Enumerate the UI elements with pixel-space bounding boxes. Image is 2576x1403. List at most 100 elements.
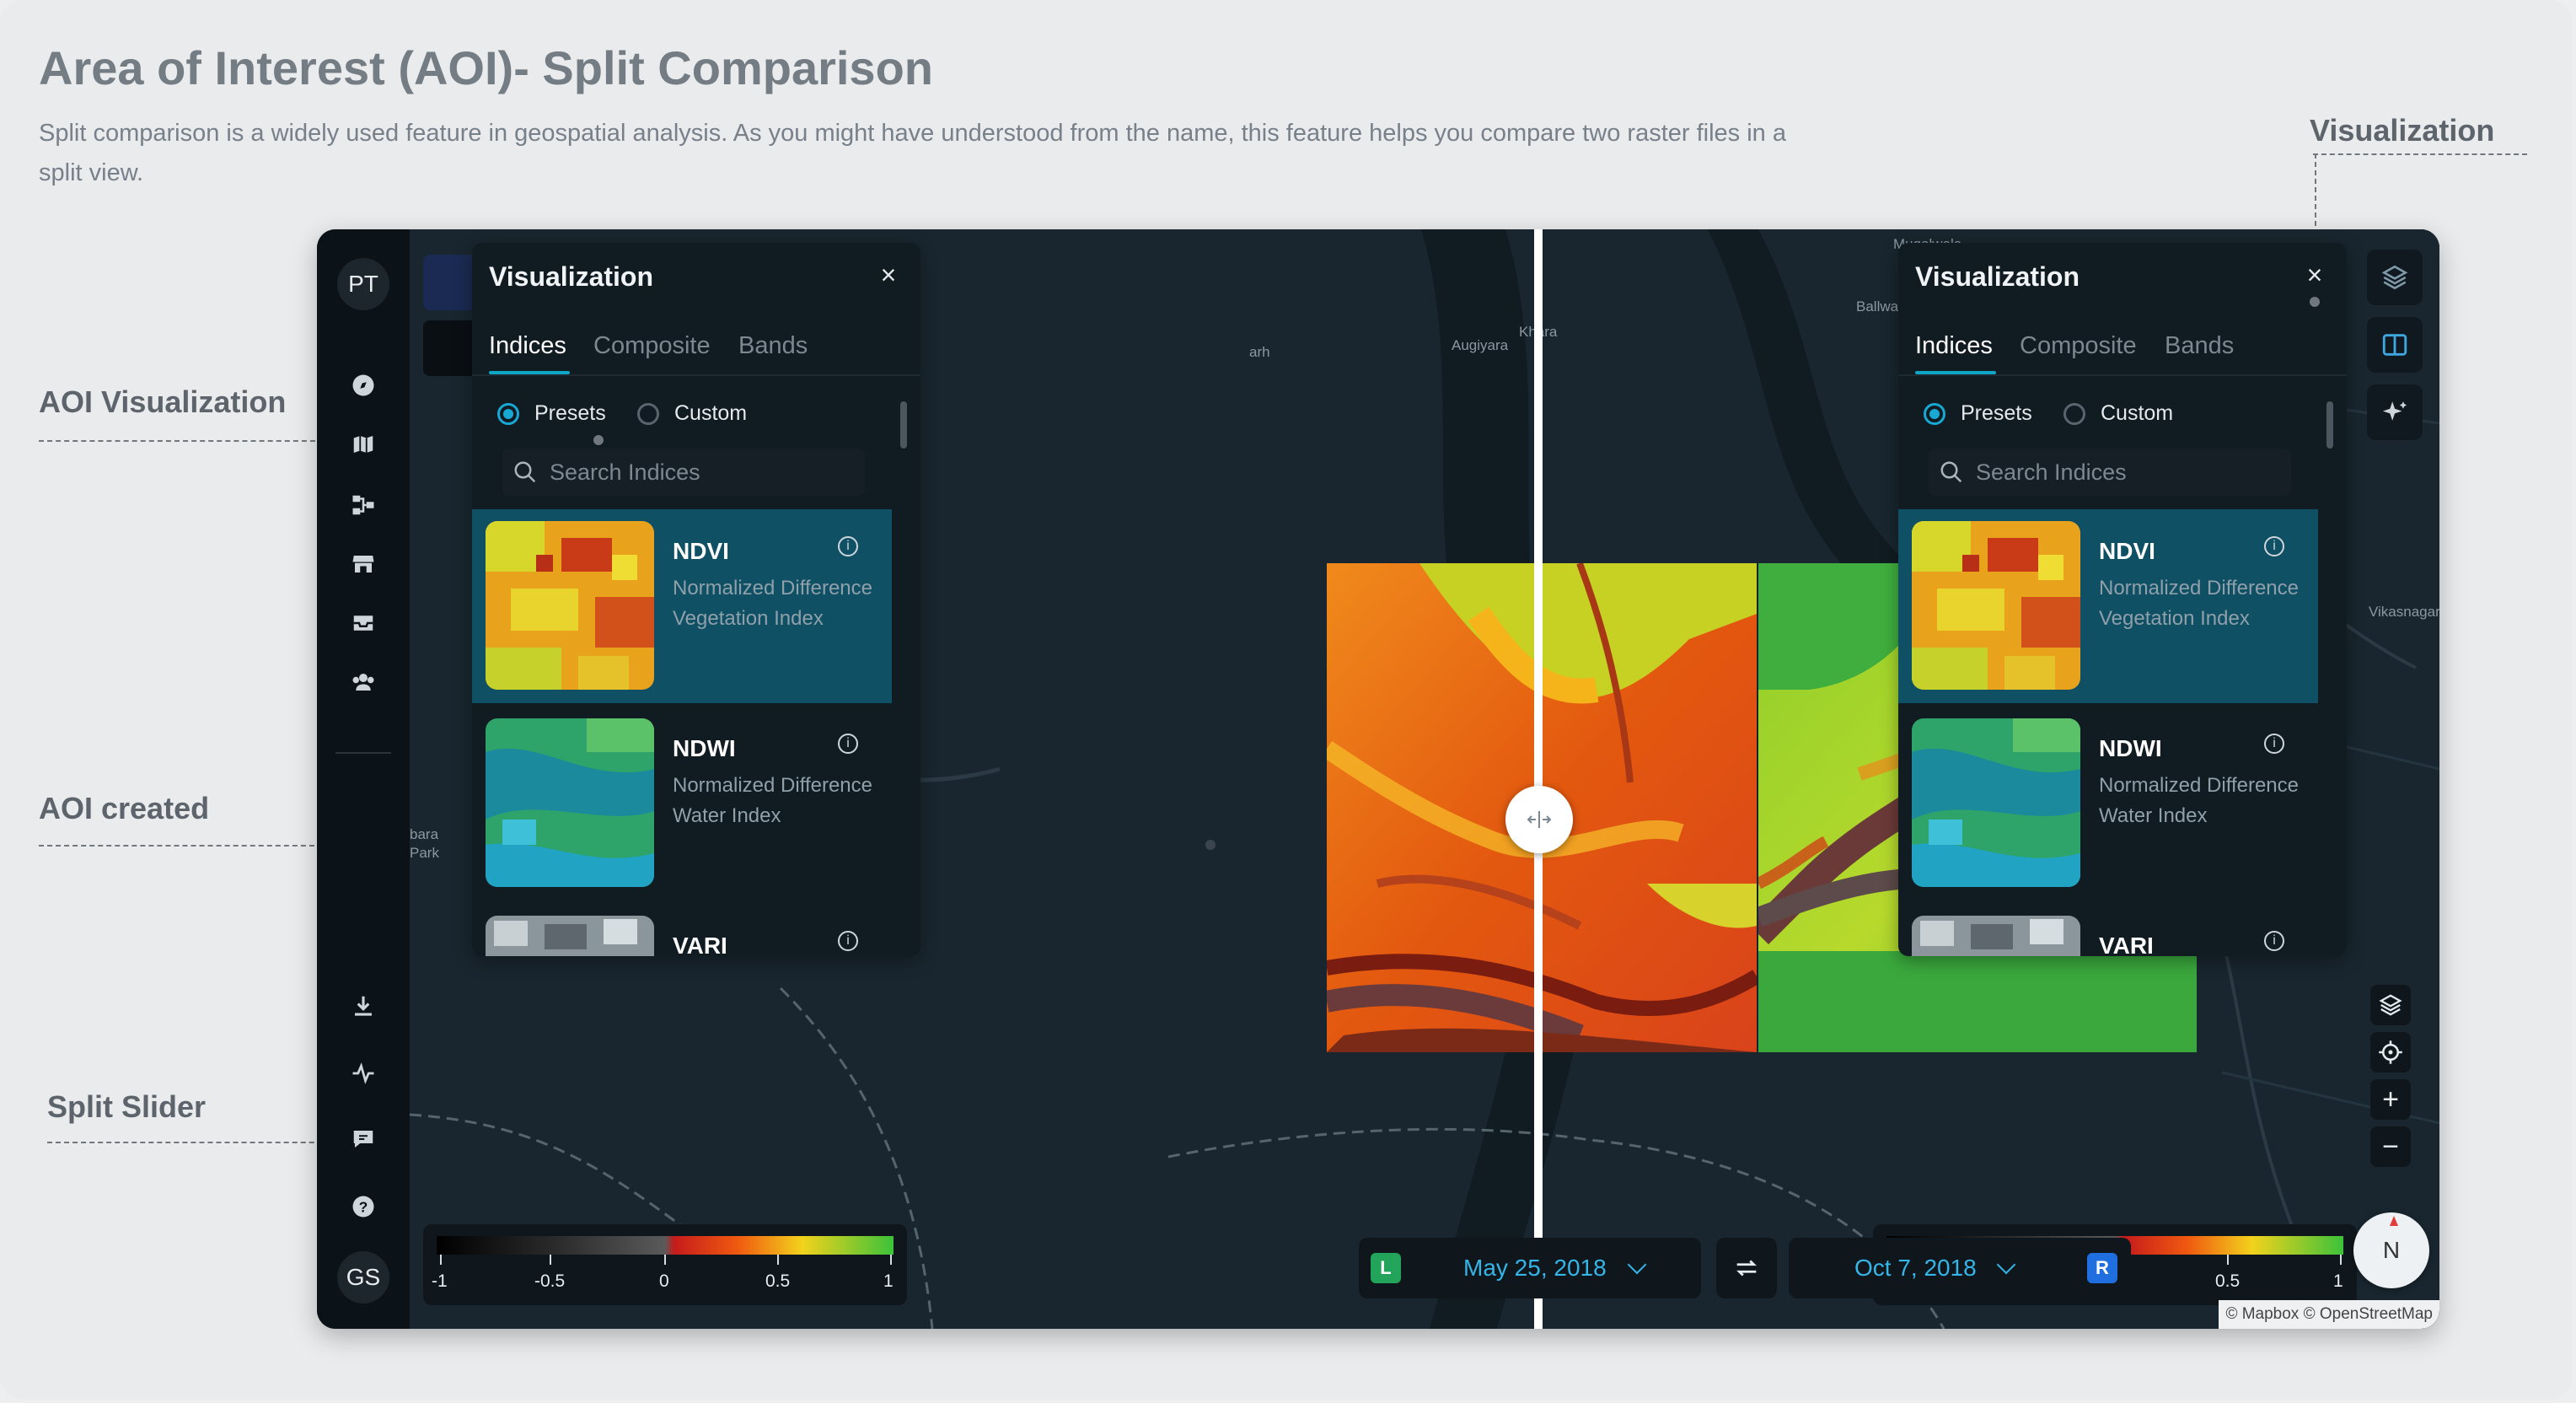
- tab-indices[interactable]: Indices: [1915, 332, 1993, 360]
- avatar-top[interactable]: PT: [337, 258, 389, 310]
- legend-label: -0.5: [534, 1271, 566, 1291]
- info-icon[interactable]: i: [2264, 931, 2284, 951]
- map-icon[interactable]: [349, 430, 378, 459]
- search-icon: [513, 460, 538, 485]
- place-label: Augiyara: [1452, 337, 1509, 353]
- index-item-vari[interactable]: VARI i: [472, 904, 892, 956]
- annotation-line: [2313, 153, 2527, 155]
- ai-tool-button[interactable]: [2367, 384, 2423, 440]
- search-input[interactable]: Search Indices: [502, 449, 865, 496]
- inbox-icon[interactable]: [349, 609, 378, 637]
- swap-icon: [1736, 1260, 1757, 1277]
- index-item-vari[interactable]: VARI i: [1898, 904, 2318, 956]
- compass-icon[interactable]: [349, 371, 378, 400]
- avatar-bottom[interactable]: GS: [337, 1251, 389, 1304]
- zoom-out-button[interactable]: −: [2370, 1126, 2411, 1167]
- store-icon[interactable]: [349, 550, 378, 578]
- index-item-ndvi[interactable]: NDVI Normalized Difference Vegetation In…: [472, 509, 892, 703]
- scrollbar[interactable]: [2326, 401, 2333, 449]
- radio-label: Custom: [674, 401, 748, 425]
- index-name: VARI: [673, 933, 727, 956]
- split-view-button[interactable]: [2367, 317, 2423, 373]
- map-canvas[interactable]: Mugalwala Ballwala Khara Augiyara arh ba…: [410, 229, 2439, 1329]
- annotation-dot: [1205, 840, 1216, 850]
- app-window: PT ? GS Ballwala Augiyara arh bara Park …: [317, 229, 2439, 1329]
- map-attribution[interactable]: © Mapbox © OpenStreetMap: [2219, 1300, 2439, 1329]
- annotation-dot: [593, 435, 604, 445]
- index-desc: Normalized Difference Water Index: [673, 774, 872, 827]
- info-icon[interactable]: i: [2264, 536, 2284, 556]
- locate-button[interactable]: [2370, 1032, 2411, 1072]
- split-slider-handle[interactable]: [1505, 786, 1573, 853]
- radio-custom[interactable]: Custom: [637, 401, 747, 426]
- panel-title: Visualization: [489, 261, 654, 292]
- tab-bands[interactable]: Bands: [2165, 332, 2234, 360]
- place-label: Vikasnagar: [2369, 604, 2439, 620]
- ndvi-thumbnail: [486, 521, 654, 690]
- info-icon[interactable]: i: [838, 931, 858, 951]
- feedback-icon[interactable]: [349, 1125, 378, 1153]
- radio-presets[interactable]: Presets: [1924, 401, 2032, 426]
- help-icon[interactable]: ?: [349, 1192, 378, 1221]
- left-date-selector[interactable]: L May 25, 2018: [1359, 1238, 1701, 1298]
- download-icon[interactable]: [349, 992, 378, 1020]
- radio-label: Custom: [2101, 401, 2174, 425]
- legend-label: -1: [432, 1271, 448, 1291]
- workflow-icon[interactable]: [349, 491, 378, 519]
- legend-label: 1: [883, 1271, 894, 1291]
- swap-dates-button[interactable]: [1716, 1238, 1777, 1298]
- search-input[interactable]: Search Indices: [1929, 449, 2291, 496]
- legend-label: 0: [659, 1271, 669, 1291]
- sparkle-icon: [2382, 401, 2407, 421]
- annotation-aoi-created: AOI created: [39, 791, 210, 825]
- split-divider[interactable]: [1534, 229, 1543, 1329]
- tab-bands[interactable]: Bands: [738, 332, 808, 360]
- index-desc: Normalized Difference Water Index: [2099, 774, 2299, 827]
- radio-label: Presets: [1961, 401, 2032, 425]
- layers-icon: [2379, 994, 2402, 1016]
- sidebar: PT ? GS: [317, 229, 410, 1329]
- scrollbar[interactable]: [900, 401, 907, 449]
- radio-unselected-icon: [2063, 402, 2085, 425]
- index-desc: Normalized Difference Vegetation Index: [673, 577, 872, 630]
- legend-tick: [550, 1255, 551, 1265]
- index-name: NDWI: [2099, 735, 2162, 761]
- index-item-ndwi[interactable]: NDWI Normalized Difference Water Index i: [1898, 707, 2318, 900]
- layers-icon: [2381, 265, 2408, 290]
- team-icon[interactable]: [349, 668, 378, 696]
- index-item-ndwi[interactable]: NDWI Normalized Difference Water Index i: [472, 707, 892, 900]
- north-arrow-icon: [2390, 1216, 2398, 1226]
- layers-tool-button[interactable]: [2367, 250, 2423, 305]
- tab-composite[interactable]: Composite: [2020, 332, 2137, 360]
- vari-thumbnail: [1912, 916, 2080, 956]
- info-icon[interactable]: i: [2264, 734, 2284, 754]
- legend-tick: [664, 1255, 666, 1265]
- index-name: NDWI: [673, 735, 736, 761]
- index-name: NDVI: [673, 538, 729, 564]
- radio-custom[interactable]: Custom: [2063, 401, 2173, 426]
- map-layers-button[interactable]: [2370, 985, 2411, 1025]
- tab-divider: [1898, 374, 2347, 376]
- tab-divider: [472, 374, 920, 376]
- radio-selected-icon: [1924, 402, 1945, 425]
- chevron-down-icon: [1996, 1255, 2016, 1275]
- radio-label: Presets: [534, 401, 606, 425]
- info-icon[interactable]: i: [838, 536, 858, 556]
- page-description: Split comparison is a widely used featur…: [39, 120, 1786, 186]
- info-icon[interactable]: i: [838, 734, 858, 754]
- close-button[interactable]: ×: [873, 260, 904, 290]
- layer-swatch-blue[interactable]: [423, 255, 479, 310]
- place-label: bara: [410, 826, 439, 842]
- left-badge: L: [1371, 1253, 1401, 1283]
- right-date-selector[interactable]: Oct 7, 2018 R: [1789, 1238, 2131, 1298]
- index-item-ndvi[interactable]: NDVI Normalized Difference Vegetation In…: [1898, 509, 2318, 703]
- activity-icon[interactable]: [349, 1059, 378, 1088]
- chevron-down-icon: [1627, 1255, 1647, 1275]
- zoom-in-button[interactable]: +: [2370, 1079, 2411, 1120]
- tab-composite[interactable]: Composite: [593, 332, 711, 360]
- radio-presets[interactable]: Presets: [497, 401, 606, 426]
- layer-swatch-dark[interactable]: [423, 320, 479, 376]
- close-button[interactable]: ×: [2300, 260, 2330, 290]
- tab-indices[interactable]: Indices: [489, 332, 566, 360]
- legend-tick: [777, 1255, 779, 1265]
